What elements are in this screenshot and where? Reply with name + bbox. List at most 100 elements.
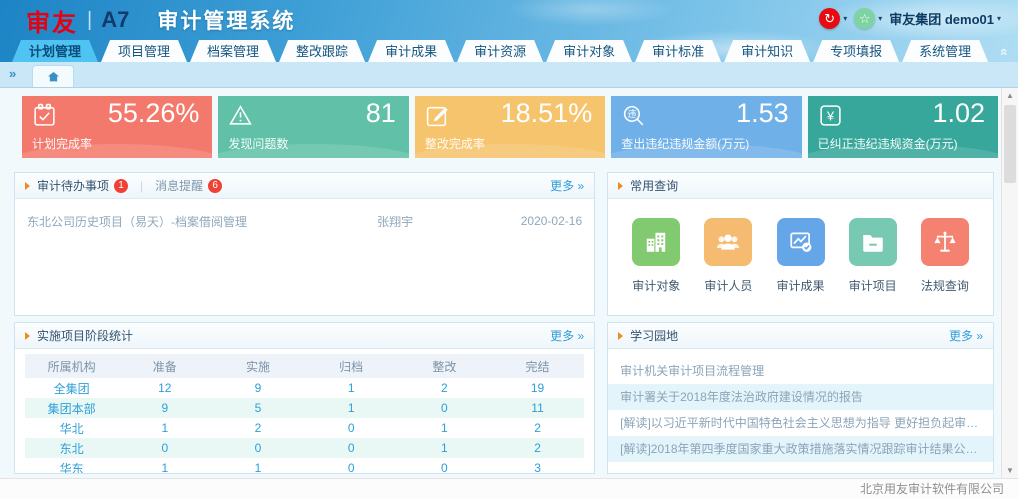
- quick-query-label: 审计成果: [777, 277, 825, 294]
- messages-tab[interactable]: 消息提醒: [155, 177, 203, 194]
- svg-text:违: 违: [628, 109, 637, 119]
- col-implementation: 实施: [211, 354, 304, 378]
- company-name: 北京用友审计软件有限公司: [860, 482, 1004, 496]
- quick-query-panel: 常用查询: [607, 172, 994, 316]
- org-link[interactable]: 集团本部: [25, 398, 118, 418]
- todo-item-title[interactable]: 东北公司历史项目（易天）-档案借阅管理: [27, 213, 377, 230]
- chevron-down-icon[interactable]: ▾: [878, 14, 882, 23]
- warning-triangle-icon: [228, 103, 253, 128]
- edit-square-icon: [425, 103, 450, 128]
- chevron-down-icon[interactable]: ▾: [843, 14, 847, 23]
- star-icon[interactable]: ☆: [854, 8, 875, 29]
- quick-query-audit-results[interactable]: 审计成果: [777, 218, 825, 294]
- learning-item[interactable]: 审计署关于2018年度法治政府建设情况的报告: [608, 384, 993, 410]
- stat-cell[interactable]: 1: [118, 458, 211, 474]
- stat-cell[interactable]: 9: [118, 398, 211, 418]
- stat-cell[interactable]: 1: [398, 418, 491, 438]
- todo-list-item[interactable]: 东北公司历史项目（易天）-档案借阅管理 张翔宇 2020-02-16: [15, 206, 594, 236]
- vertical-scrollbar[interactable]: ▲ ▼: [1001, 88, 1018, 478]
- stat-cell[interactable]: 12: [118, 378, 211, 398]
- tab-archive-management[interactable]: 档案管理: [190, 40, 276, 62]
- chevron-down-icon[interactable]: ▾: [997, 14, 1001, 23]
- quick-query-audit-project[interactable]: 审计项目: [849, 218, 897, 294]
- stat-cell[interactable]: 1: [305, 398, 398, 418]
- stat-cell[interactable]: 11: [491, 398, 584, 418]
- stat-cell[interactable]: 19: [491, 378, 584, 398]
- yen-square-icon: ¥: [818, 103, 843, 128]
- stat-cell[interactable]: 2: [398, 378, 491, 398]
- folder-icon: [849, 218, 897, 266]
- stat-cell[interactable]: 1: [305, 378, 398, 398]
- org-link[interactable]: 全集团: [25, 378, 118, 398]
- panel-marker-icon: [618, 182, 623, 190]
- tab-system-management[interactable]: 系统管理: [902, 40, 988, 62]
- stat-cell[interactable]: 0: [211, 438, 304, 458]
- todo-item-person: 张翔宇: [377, 213, 497, 230]
- stat-cell[interactable]: 1: [211, 458, 304, 474]
- kpi-rectification-completion: 18.51% 整改完成率: [415, 96, 605, 158]
- user-area: ↻ ▾ ☆ ▾ 审友集团 demo01 ▾: [819, 8, 1008, 29]
- kpi-value: 1.53: [736, 98, 789, 129]
- collapse-up-icon[interactable]: «: [997, 48, 1013, 56]
- stat-cell[interactable]: 2: [491, 418, 584, 438]
- tab-audit-knowledge[interactable]: 审计知识: [724, 40, 810, 62]
- learning-item[interactable]: [解读]以习近平新时代中国特色社会主义思想为指导 更好担负起审计工作新职责新..…: [608, 410, 993, 436]
- tab-audit-objects[interactable]: 审计对象: [546, 40, 632, 62]
- tab-audit-standards[interactable]: 审计标准: [635, 40, 721, 62]
- kpi-problems-found: 81 发现问题数: [218, 96, 408, 158]
- learning-item[interactable]: [解读]2018年第四季度国家重大政策措施落实情况跟踪审计结果公告解读: [608, 436, 993, 462]
- tab-project-management[interactable]: 项目管理: [101, 40, 187, 62]
- tab-special-reporting[interactable]: 专项填报: [813, 40, 899, 62]
- org-link[interactable]: 华东: [25, 458, 118, 474]
- scroll-down-icon[interactable]: ▼: [1002, 463, 1018, 478]
- brand-logo: 审友: [26, 3, 78, 38]
- stat-cell[interactable]: 5: [211, 398, 304, 418]
- learning-more-link[interactable]: 更多 »: [949, 327, 983, 344]
- stat-cell[interactable]: 0: [305, 438, 398, 458]
- user-menu[interactable]: 审友集团 demo01: [889, 9, 994, 28]
- org-link[interactable]: 华北: [25, 418, 118, 438]
- stage-stats-title: 实施项目阶段统计: [37, 327, 133, 344]
- tab-audit-results[interactable]: 审计成果: [368, 40, 454, 62]
- table-row: 全集团 12 9 1 2 19: [25, 378, 584, 398]
- todo-more-link[interactable]: 更多 »: [550, 177, 584, 194]
- kpi-cards: 55.26% 计划完成率 81 发现问题数 18.51% 整改: [22, 96, 998, 158]
- col-organization: 所属机构: [25, 354, 118, 378]
- stat-cell[interactable]: 1: [118, 418, 211, 438]
- stat-cell[interactable]: 2: [211, 418, 304, 438]
- tab-rectification-tracking[interactable]: 整改跟踪: [279, 40, 365, 62]
- learning-item[interactable]: 审计机关审计项目流程管理: [608, 358, 993, 384]
- main-nav-tabs: 计划管理 项目管理 档案管理 整改跟踪 审计成果 审计资源 审计对象 审计标准 …: [12, 40, 991, 62]
- stat-cell[interactable]: 0: [398, 398, 491, 418]
- stat-cell[interactable]: 0: [118, 438, 211, 458]
- refresh-icon[interactable]: ↻: [819, 8, 840, 29]
- stage-stats-panel: 实施项目阶段统计 更多 » 所属机构 准备 实施 归档 整改 完结: [14, 322, 595, 474]
- stat-cell[interactable]: 0: [305, 458, 398, 474]
- quick-query-audit-object[interactable]: 审计对象: [632, 218, 680, 294]
- home-tab[interactable]: [32, 65, 74, 87]
- org-link[interactable]: 东北: [25, 438, 118, 458]
- col-preparation: 准备: [118, 354, 211, 378]
- tab-plan-management[interactable]: 计划管理: [12, 40, 98, 62]
- home-icon: [46, 70, 61, 84]
- product-name: A7: [101, 7, 129, 33]
- footer: 北京用友审计软件有限公司: [0, 478, 1018, 499]
- quick-query-audit-personnel[interactable]: 审计人员: [704, 218, 752, 294]
- panel-marker-icon: [618, 332, 623, 340]
- stat-cell[interactable]: 0: [305, 418, 398, 438]
- stat-cell[interactable]: 1: [398, 438, 491, 458]
- stat-cell[interactable]: 2: [491, 438, 584, 458]
- table-row: 东北 0 0 0 1 2: [25, 438, 584, 458]
- expand-menu-icon[interactable]: »: [9, 66, 16, 81]
- stat-cell[interactable]: 3: [491, 458, 584, 474]
- stat-cell[interactable]: 9: [211, 378, 304, 398]
- quick-query-regulation-search[interactable]: 法规查询: [921, 218, 969, 294]
- stat-cell[interactable]: 0: [398, 458, 491, 474]
- scroll-up-icon[interactable]: ▲: [1002, 88, 1018, 103]
- todo-tab[interactable]: 审计待办事项: [37, 177, 109, 194]
- col-rectification: 整改: [398, 354, 491, 378]
- stage-stats-more-link[interactable]: 更多 »: [550, 327, 584, 344]
- tab-audit-resources[interactable]: 审计资源: [457, 40, 543, 62]
- learning-header: 学习园地 更多 »: [608, 323, 993, 349]
- scrollbar-thumb[interactable]: [1004, 105, 1016, 183]
